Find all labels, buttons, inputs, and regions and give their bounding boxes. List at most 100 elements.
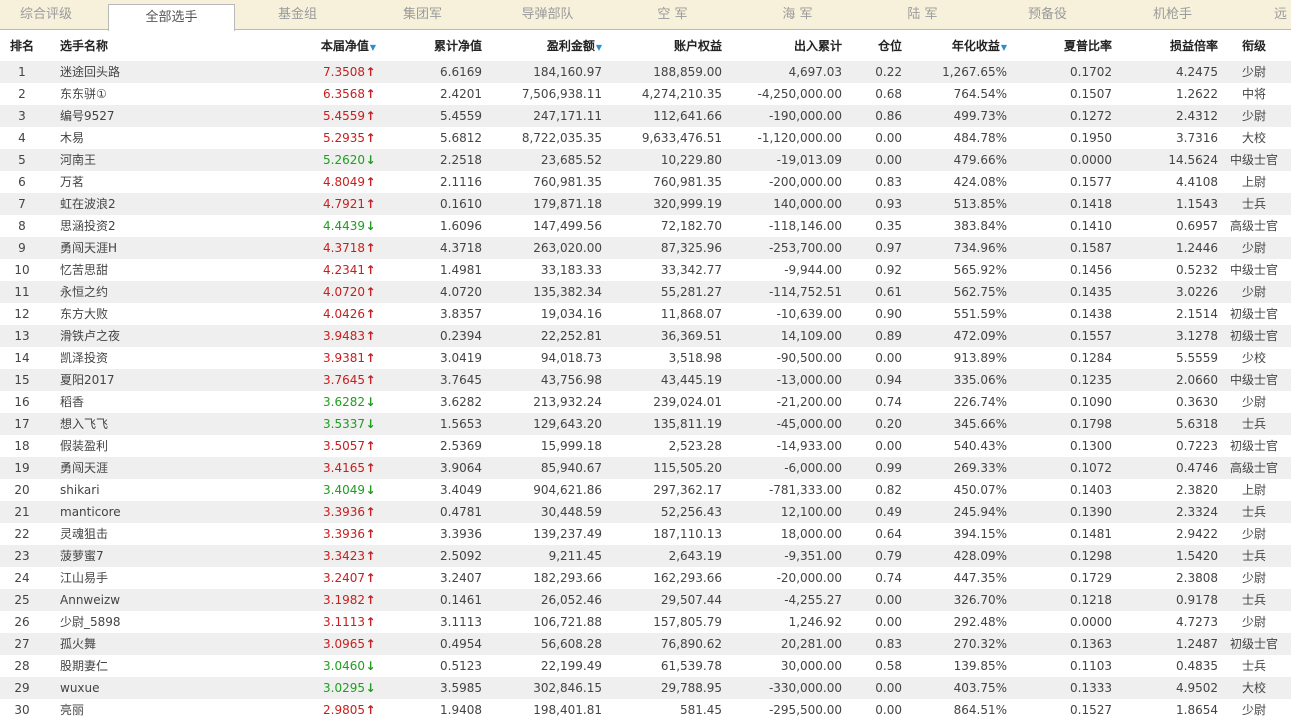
table-row[interactable]: 11 永恒之约 4.0720↑ 4.0720 135,382.34 55,281.27 -1…: [0, 281, 1291, 303]
cell-player-name[interactable]: 东方大败: [60, 303, 240, 325]
cell-player-name[interactable]: 稻香: [60, 391, 240, 413]
table-row[interactable]: 10 忆苦思甜 4.2341↑ 1.4981 33,183.33 33,342.77 -9,…: [0, 259, 1291, 281]
cell-player-name[interactable]: 少尉_5898: [60, 611, 240, 633]
header-net-flow[interactable]: 出入累计: [742, 31, 842, 61]
table-row[interactable]: 14 凯泽投资 3.9381↑ 3.0419 94,018.73 3,518.98 -90,…: [0, 347, 1291, 369]
sort-desc-icon[interactable]: ▼: [370, 43, 376, 52]
cell-player-name[interactable]: 孤火舞: [60, 633, 240, 655]
table-row[interactable]: 8 思涵投资2 4.4439↓ 1.6096 147,499.56 72,182.70 -1…: [0, 215, 1291, 237]
cell-rank: 25: [14, 593, 30, 607]
cell-grade: 少尉: [1241, 109, 1266, 123]
table-row[interactable]: 27 孤火舞 3.0965↑ 0.4954 56,608.28 76,890.62 20,2…: [0, 633, 1291, 655]
cell-player-name[interactable]: 股期妻仁: [60, 655, 240, 677]
header-annual-return[interactable]: 年化收益▼: [922, 31, 1007, 61]
tab-navy[interactable]: 海 军: [755, 0, 840, 30]
cell-player-name[interactable]: 亮丽: [60, 699, 240, 721]
tab-army-group[interactable]: 集团军: [380, 0, 465, 30]
cell-player-name[interactable]: 凯泽投资: [60, 347, 240, 369]
tab-reserve[interactable]: 预备役: [1005, 0, 1090, 30]
table-row[interactable]: 18 假装盈利 3.5057↑ 2.5369 15,999.18 2,523.28 -14,…: [0, 435, 1291, 457]
tab-missile-force[interactable]: 导弹部队: [505, 0, 590, 30]
cell-net-flow: -4,250,000.00: [757, 87, 843, 101]
cell-rank: 4: [18, 131, 26, 145]
cell-player-name[interactable]: 勇闯天涯: [60, 457, 240, 479]
table-row[interactable]: 29 wuxue 3.0295↓ 3.5985 302,846.15 29,788.95 -…: [0, 677, 1291, 699]
table-row[interactable]: 17 想入飞飞 3.5337↓ 1.5653 129,643.20 135,811.19 -…: [0, 413, 1291, 435]
header-position[interactable]: 仓位: [862, 31, 902, 61]
table-row[interactable]: 7 虹在波浪2 4.7921↑ 0.1610 179,871.18 320,999.19 1…: [0, 193, 1291, 215]
tab-all-players[interactable]: 全部选手: [108, 4, 235, 31]
table-row[interactable]: 19 勇闯天涯 3.4165↑ 3.9064 85,940.67 115,505.20 -6…: [0, 457, 1291, 479]
table-row[interactable]: 6 万茗 4.8049↑ 2.1116 760,981.35 760,981.35 -200…: [0, 171, 1291, 193]
cell-player-name[interactable]: Annweizw: [60, 589, 240, 611]
cell-player-name[interactable]: 灵魂狙击: [60, 523, 240, 545]
tab-overflow[interactable]: 远: [1270, 0, 1291, 30]
sort-desc-icon[interactable]: ▼: [1001, 43, 1007, 52]
cell-player-name[interactable]: 勇闯天涯H: [60, 237, 240, 259]
table-row[interactable]: 22 灵魂狙击 3.3936↑ 3.3936 139,237.49 187,110.13 1…: [0, 523, 1291, 545]
table-row[interactable]: 3 编号9527 5.4559↑ 5.4559 247,171.11 112,641.66…: [0, 105, 1291, 127]
table-row[interactable]: 2 东东骈① 6.3568↑ 2.4201 7,506,938.11 4,274,210.…: [0, 83, 1291, 105]
header-rank[interactable]: 排名: [0, 31, 44, 61]
header-cumulative-nav[interactable]: 累计净值: [400, 31, 482, 61]
cell-grade: 少尉: [1241, 703, 1266, 717]
table-row[interactable]: 30 亮丽 2.9805↑ 1.9408 198,401.81 581.45 -295,50…: [0, 699, 1291, 721]
tab-machine-gunner[interactable]: 机枪手: [1130, 0, 1215, 30]
cell-player-name[interactable]: 忆苦思甜: [60, 259, 240, 281]
cell-player-name[interactable]: manticore: [60, 501, 240, 523]
cell-player-name[interactable]: 东东骈①: [60, 83, 240, 105]
cell-sharpe: 0.1702: [1070, 65, 1112, 79]
table-row[interactable]: 20 shikari 3.4049↓ 3.4049 904,621.86 297,362.…: [0, 479, 1291, 501]
tab-air-force[interactable]: 空 军: [630, 0, 715, 30]
tab-fund-group[interactable]: 基金组: [255, 0, 340, 30]
table-row[interactable]: 4 木易 5.2935↑ 5.6812 8,722,035.35 9,633,476.51…: [0, 127, 1291, 149]
table-row[interactable]: 26 少尉_5898 3.1113↑ 3.1113 106,721.88 157,805.…: [0, 611, 1291, 633]
table-row[interactable]: 28 股期妻仁 3.0460↓ 0.5123 22,199.49 61,539.78 30,…: [0, 655, 1291, 677]
cell-player-name[interactable]: 迷途回头路: [60, 61, 240, 83]
cell-player-name[interactable]: 编号9527: [60, 105, 240, 127]
cell-player-name[interactable]: 思涵投资2: [60, 215, 240, 237]
header-nav[interactable]: 本届净值▼: [290, 31, 376, 61]
header-grade[interactable]: 衔级: [1228, 31, 1280, 61]
arrow-up-icon: ↑: [365, 87, 376, 101]
sort-desc-icon[interactable]: ▼: [596, 43, 602, 52]
table-row[interactable]: 25 Annweizw 3.1982↑ 0.1461 26,052.46 29,507.4…: [0, 589, 1291, 611]
cell-net-flow: -295,500.00: [768, 703, 842, 717]
table-row[interactable]: 24 江山易手 3.2407↑ 3.2407 182,293.66 162,293.66-…: [0, 567, 1291, 589]
table-row[interactable]: 16 稻香 3.6282↓ 3.6282 213,932.24 239,024.01 -21…: [0, 391, 1291, 413]
table-row[interactable]: 12 东方大败 4.0426↑ 3.8357 19,034.16 11,868.07 -10…: [0, 303, 1291, 325]
cell-player-name[interactable]: 永恒之约: [60, 281, 240, 303]
table-row[interactable]: 1 迷途回头路 7.3508↑ 6.6169 184,160.97 188,859.00 4…: [0, 61, 1291, 83]
cell-grade: 士兵: [1241, 593, 1266, 607]
table-row[interactable]: 13 滑铁卢之夜 3.9483↑ 0.2394 22,252.81 36,369.51 14…: [0, 325, 1291, 347]
cell-player-name[interactable]: shikari: [60, 479, 240, 501]
cell-cumulative-nav: 2.1116: [440, 175, 482, 189]
cell-sharpe: 0.1577: [1070, 175, 1112, 189]
nav-value: 3.3936: [323, 505, 365, 519]
table-row[interactable]: 9 勇闯天涯H 4.3718↑ 4.3718 263,020.00 87,325.96 -2…: [0, 237, 1291, 259]
cell-player-name[interactable]: 江山易手: [60, 567, 240, 589]
cell-player-name[interactable]: wuxue: [60, 677, 240, 699]
cell-player-name[interactable]: 菠萝蜜7: [60, 545, 240, 567]
cell-player-name[interactable]: 滑铁卢之夜: [60, 325, 240, 347]
table-row[interactable]: 23 菠萝蜜7 3.3423↑ 2.5092 9,211.45 2,643.19 -9,35…: [0, 545, 1291, 567]
cell-player-name[interactable]: 虹在波浪2: [60, 193, 240, 215]
cell-player-name[interactable]: 木易: [60, 127, 240, 149]
tab-overall-rating[interactable]: 综合评级: [0, 0, 92, 30]
cell-grade: 士兵: [1241, 505, 1266, 519]
header-sharpe[interactable]: 夏普比率: [1030, 31, 1112, 61]
cell-player-name[interactable]: 河南王: [60, 149, 240, 171]
nav-value: 4.0426: [323, 307, 365, 321]
cell-player-name[interactable]: 万茗: [60, 171, 240, 193]
cell-player-name[interactable]: 想入飞飞: [60, 413, 240, 435]
header-name[interactable]: 选手名称: [60, 31, 240, 61]
header-equity[interactable]: 账户权益: [622, 31, 722, 61]
tab-army[interactable]: 陆 军: [880, 0, 965, 30]
cell-player-name[interactable]: 假装盈利: [60, 435, 240, 457]
header-pl-ratio[interactable]: 损益倍率: [1130, 31, 1218, 61]
table-row[interactable]: 15 夏阳2017 3.7645↑ 3.7645 43,756.98 43,445.19-…: [0, 369, 1291, 391]
header-profit[interactable]: 盈利金额▼: [502, 31, 602, 61]
table-row[interactable]: 5 河南王 5.2620↓ 2.2518 23,685.52 10,229.80 -19,0…: [0, 149, 1291, 171]
cell-player-name[interactable]: 夏阳2017: [60, 369, 240, 391]
table-row[interactable]: 21 manticore 3.3936↑ 0.4781 30,448.59 52,256.…: [0, 501, 1291, 523]
